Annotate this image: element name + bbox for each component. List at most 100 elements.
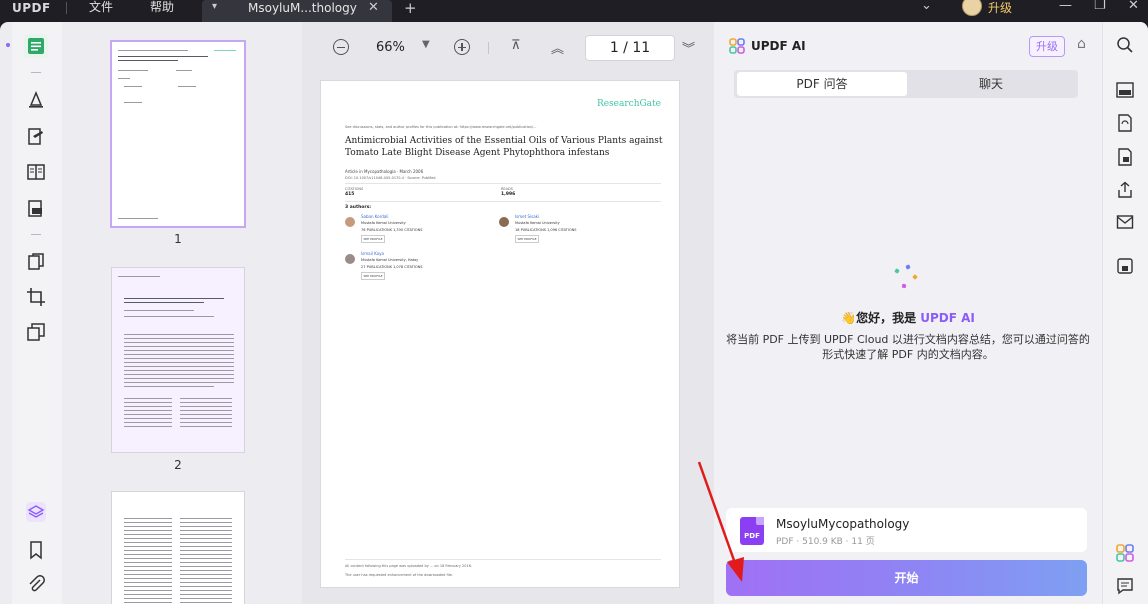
pdf-page: ResearchGate See discussions, stats, and… xyxy=(321,81,679,587)
divider xyxy=(345,559,661,560)
share-tool[interactable] xyxy=(1116,181,1134,199)
convert-tool[interactable] xyxy=(24,320,48,344)
comment-list-tool[interactable] xyxy=(1116,577,1134,595)
updf-ai-icon xyxy=(1116,544,1134,562)
see-profile-button[interactable]: SEE PROFILE xyxy=(361,235,385,243)
zoom-out-icon[interactable] xyxy=(333,39,349,55)
highlighter-icon xyxy=(29,91,43,108)
reader-tool[interactable] xyxy=(24,34,48,58)
convert-pdf-tool[interactable] xyxy=(1116,114,1134,132)
bookmark-tool[interactable] xyxy=(24,538,48,562)
author-affiliation: Mustafa Kemal University xyxy=(515,221,560,225)
close-window-icon[interactable]: ✕ xyxy=(1128,0,1139,13)
tab-chat[interactable]: 聊天 xyxy=(907,72,1075,96)
updf-window: UPDF 文件 帮助 ▾ MsoyluM...thology ✕ + ⌄ 升级 … xyxy=(0,0,1148,604)
indicator-dot xyxy=(6,43,10,47)
lock-document-icon xyxy=(1118,148,1132,166)
save-icon xyxy=(1117,258,1133,274)
menu-file[interactable]: 文件 xyxy=(89,0,113,16)
thumbnail-page-3[interactable] xyxy=(112,492,244,604)
close-tab-icon[interactable]: ✕ xyxy=(368,0,379,15)
clear-chat-icon[interactable]: ⌂ xyxy=(1077,36,1086,52)
organize-tool[interactable] xyxy=(24,250,48,274)
upgrade-link[interactable]: 升级 xyxy=(988,0,1012,16)
loading-spark xyxy=(905,264,911,270)
comment-tool[interactable] xyxy=(24,88,48,112)
minimize-icon[interactable]: — xyxy=(1059,0,1072,13)
author-photo xyxy=(345,254,355,264)
author-stats: 18 PUBLICATIONS 1,096 CITATIONS xyxy=(515,228,577,232)
updf-logo: UPDF xyxy=(12,1,51,15)
chevron-down-icon[interactable]: ⌄ xyxy=(921,0,932,13)
tab-dropdown-icon[interactable]: ▾ xyxy=(212,1,217,12)
reads-label: READS xyxy=(501,187,513,191)
author-name[interactable]: Ismail Kaya xyxy=(361,251,384,256)
document-tab[interactable]: ▾ MsoyluM...thology ✕ xyxy=(202,0,392,22)
share-icon xyxy=(1118,181,1132,198)
start-button[interactable]: 开始 xyxy=(726,560,1087,596)
ai-intro-text: 将当前 PDF 上传到 UPDF Cloud 以进行文档内容总结，您可以通过问答… xyxy=(726,333,1090,361)
greeting-text: 您好，我是 xyxy=(856,311,921,325)
see-profile-button[interactable]: SEE PROFILE xyxy=(361,272,385,280)
new-tab-icon[interactable]: + xyxy=(404,0,417,17)
header-note: See discussions, stats, and author profi… xyxy=(345,125,537,129)
page-number-field[interactable]: 1 / 11 xyxy=(585,35,675,61)
updf-ai-tool[interactable] xyxy=(1116,544,1134,562)
footer-upload-note: All content following this page was uplo… xyxy=(345,564,473,568)
next-page-icon[interactable]: ︾ xyxy=(682,38,695,57)
first-page-icon[interactable]: ⊼ xyxy=(511,38,521,53)
author-name[interactable]: Saban Kordali xyxy=(361,214,388,219)
edit-tool[interactable] xyxy=(24,125,48,149)
left-toolbar xyxy=(6,22,62,604)
bookmark-icon xyxy=(30,541,42,560)
citations-label: CITATIONS xyxy=(345,187,364,191)
zoom-dropdown-icon[interactable]: ▼ xyxy=(422,39,430,50)
updf-ai-logo-icon xyxy=(729,38,745,54)
edit-icon xyxy=(28,128,43,145)
zoom-in-icon[interactable] xyxy=(454,39,470,55)
mail-icon xyxy=(1116,215,1134,229)
crop-tool[interactable] xyxy=(24,285,48,309)
thumbnail-panel: 1 2 xyxy=(62,22,302,604)
ai-panel: UPDF AI 升级 ⌂ PDF 问答 聊天 👋您好，我是 UPDF AI 将当… xyxy=(714,22,1102,604)
file-name: MsoyluMycopathology xyxy=(776,517,910,531)
thumbnail-page-number: 1 xyxy=(174,232,182,246)
tab-pdf-qa[interactable]: PDF 问答 xyxy=(737,72,907,96)
footer-request-note: The user has requested enhancement of th… xyxy=(345,573,453,577)
researchgate-brand: ResearchGate xyxy=(596,99,661,109)
restore-icon[interactable]: ❐ xyxy=(1094,0,1106,13)
paperclip-icon xyxy=(29,575,45,592)
tab-title: MsoyluM...thology xyxy=(248,1,357,15)
citations-value: 415 xyxy=(345,192,355,197)
copy-icon xyxy=(27,323,45,341)
thumbnail-page-1[interactable] xyxy=(112,42,244,226)
divider xyxy=(31,234,41,235)
avatar[interactable] xyxy=(962,0,982,16)
attachment-tool[interactable] xyxy=(24,572,48,596)
main-area: 1 2 66% ▼ ⊼ ︽ 1 / 11 ︾ ResearchGate See … xyxy=(0,22,1148,604)
ai-upgrade-button[interactable]: 升级 xyxy=(1029,36,1065,57)
layers-tool[interactable] xyxy=(24,500,48,524)
ocr-tool[interactable] xyxy=(1116,81,1134,99)
author-photo xyxy=(345,217,355,227)
author-photo xyxy=(499,217,509,227)
thumbnail-page-2[interactable] xyxy=(112,268,244,452)
email-tool[interactable] xyxy=(1116,213,1134,231)
divider xyxy=(345,201,661,202)
save-tool[interactable] xyxy=(1116,257,1134,275)
form-tool[interactable] xyxy=(24,197,48,221)
protect-tool[interactable] xyxy=(1116,148,1134,166)
author-stats: 27 PUBLICATIONS 1,078 CITATIONS xyxy=(361,265,423,269)
see-profile-button[interactable]: SEE PROFILE xyxy=(515,235,539,243)
prev-page-icon[interactable]: ︽ xyxy=(551,38,564,57)
author-name[interactable]: Ismet Sisaki xyxy=(515,214,539,219)
page-view-tool[interactable] xyxy=(24,160,48,184)
author-affiliation: Mustafa Kemal University, Hatay xyxy=(361,258,419,262)
menu-help[interactable]: 帮助 xyxy=(150,0,174,16)
search-icon xyxy=(1117,37,1133,53)
pdf-file-icon: PDF xyxy=(740,517,764,545)
ai-tab-bar: PDF 问答 聊天 xyxy=(734,70,1078,98)
zoom-level[interactable]: 66% xyxy=(376,40,405,55)
search-tool[interactable] xyxy=(1116,36,1134,54)
author-affiliation: Mustafa Kemal University xyxy=(361,221,406,225)
